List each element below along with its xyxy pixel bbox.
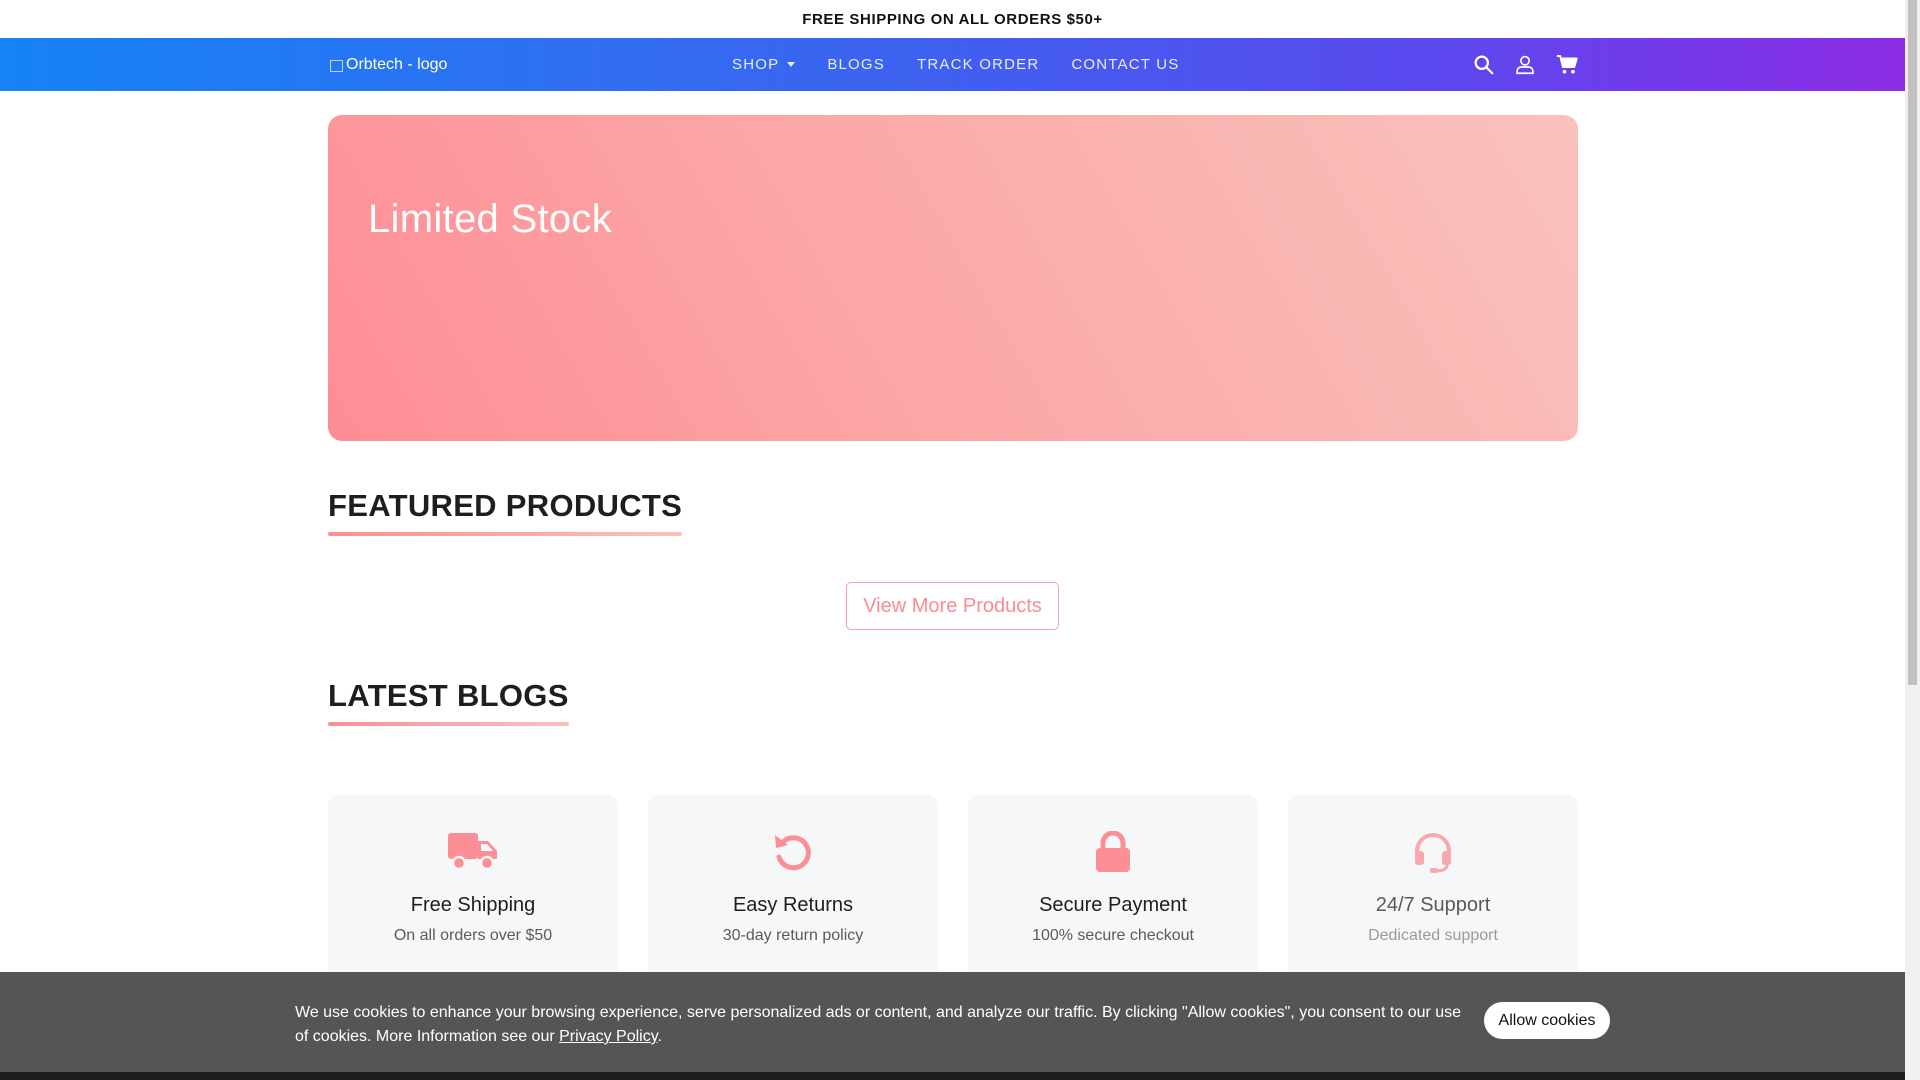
allow-cookies-button[interactable]: Allow cookies <box>1484 1002 1610 1039</box>
lock-icon <box>968 830 1258 874</box>
logo-alt-text: Orbtech - logo <box>346 55 448 73</box>
feature-card-support: 24/7 Support Dedicated support <box>1288 794 1578 994</box>
cart-icon[interactable] <box>1556 54 1578 76</box>
truck-icon <box>328 830 618 874</box>
nav-link-shop[interactable]: SHOP <box>732 56 796 73</box>
nav-link-track-order-label: TRACK ORDER <box>917 56 1040 73</box>
user-icon[interactable] <box>1514 54 1536 76</box>
hero-banner: Limited Stock <box>328 115 1578 441</box>
latest-blogs-heading: LATEST BLOGS <box>328 678 569 726</box>
announcement-text: FREE SHIPPING ON ALL ORDERS $50+ <box>802 10 1103 28</box>
feature-card-secure-payment: Secure Payment 100% secure checkout <box>968 794 1258 994</box>
headset-icon <box>1288 830 1578 874</box>
nav-link-blogs[interactable]: BLOGS <box>827 56 885 73</box>
cookie-message-end: . <box>657 1028 662 1045</box>
feature-title: Free Shipping <box>410 894 536 916</box>
returns-icon <box>648 830 938 874</box>
feature-subtitle: Dedicated support <box>1368 927 1498 944</box>
feature-subtitle: 100% secure checkout <box>1032 927 1194 944</box>
announcement-bar: FREE SHIPPING ON ALL ORDERS $50+ <box>0 0 1905 38</box>
cookie-message-text: We use cookies to enhance your browsing … <box>295 1004 1462 1045</box>
feature-card-free-shipping: Free Shipping On all orders over $50 <box>328 794 618 994</box>
privacy-policy-link[interactable]: Privacy Policy <box>559 1028 657 1045</box>
view-more-products-button[interactable]: View More Products <box>846 582 1059 630</box>
featured-products-heading: FEATURED PRODUCTS <box>328 488 683 536</box>
features-row: Free Shipping On all orders over $50 Eas… <box>328 794 1578 994</box>
nav-link-shop-label: SHOP <box>732 56 780 73</box>
search-icon[interactable] <box>1472 54 1494 76</box>
nav-link-blogs-label: BLOGS <box>827 56 885 73</box>
page: FREE SHIPPING ON ALL ORDERS $50+ Orbtech… <box>0 0 1905 1080</box>
broken-image-icon <box>328 57 344 73</box>
logo[interactable]: Orbtech - logo <box>328 56 528 74</box>
hero-title: Limited Stock <box>368 197 612 241</box>
nav-link-contact-us-label: CONTACT US <box>1071 56 1180 73</box>
feature-card-easy-returns: Easy Returns 30-day return policy <box>648 794 938 994</box>
feature-subtitle: On all orders over $50 <box>393 927 553 944</box>
scrollbar-thumb[interactable] <box>1908 0 1917 685</box>
footer-strip <box>0 1072 1905 1080</box>
nav-link-contact-us[interactable]: CONTACT US <box>1071 56 1179 73</box>
scrollbar[interactable] <box>1905 0 1920 1080</box>
nav-icons <box>1452 38 1578 91</box>
navbar: Orbtech - logo SHOP BLOGS TRACK ORDER CO… <box>0 38 1905 91</box>
cookie-banner: We use cookies to enhance your browsing … <box>0 972 1905 1072</box>
feature-title: 24/7 Support <box>1375 894 1491 916</box>
feature-subtitle: 30-day return policy <box>722 927 864 944</box>
nav-links: SHOP BLOGS TRACK ORDER CONTACT US <box>732 38 1212 91</box>
cookie-message: We use cookies to enhance your browsing … <box>295 1001 1475 1049</box>
feature-title: Secure Payment <box>1039 894 1187 916</box>
nav-link-track-order[interactable]: TRACK ORDER <box>917 56 1039 73</box>
caret-down-icon <box>787 62 796 67</box>
feature-title: Easy Returns <box>732 894 854 916</box>
navbar-inner: Orbtech - logo SHOP BLOGS TRACK ORDER CO… <box>328 38 1578 91</box>
